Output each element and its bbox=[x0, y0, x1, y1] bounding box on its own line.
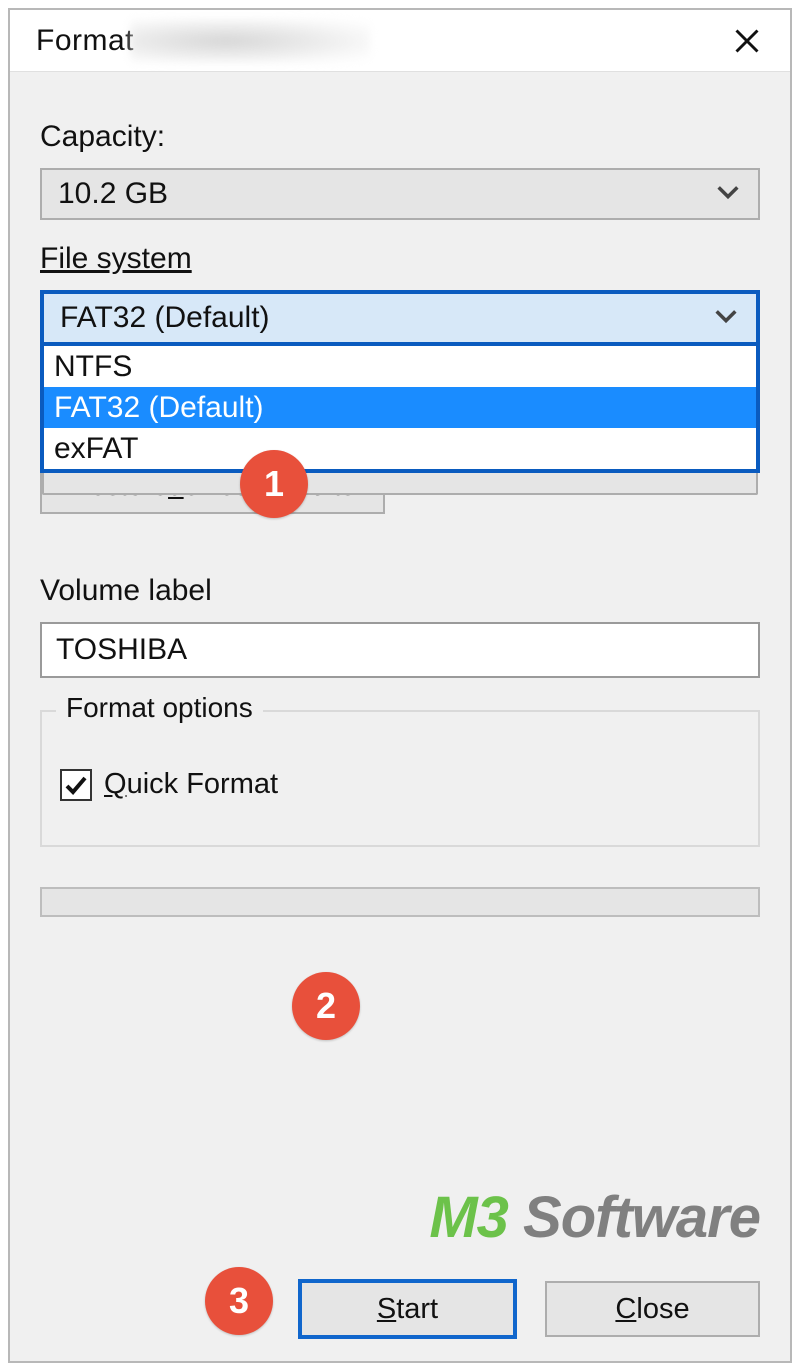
file-system-select[interactable]: FAT32 (Default) bbox=[40, 290, 760, 346]
file-system-option-ntfs[interactable]: NTFS bbox=[44, 346, 756, 387]
window-close-button[interactable] bbox=[724, 18, 770, 64]
title-blur bbox=[130, 19, 370, 63]
progress-bar bbox=[40, 887, 760, 917]
window-title: Format bbox=[36, 24, 134, 58]
quick-format-checkbox[interactable] bbox=[60, 769, 92, 801]
capacity-value: 10.2 GB bbox=[58, 177, 168, 211]
chevron-down-icon bbox=[714, 182, 742, 207]
file-system-label: File system bbox=[40, 242, 760, 276]
file-system-selected: FAT32 (Default) bbox=[60, 301, 270, 335]
capacity-label: Capacity: bbox=[40, 120, 760, 154]
format-dialog: Format Capacity: 10.2 GB File system FAT… bbox=[8, 8, 792, 1363]
chevron-down-icon bbox=[712, 306, 740, 331]
checkmark-icon bbox=[64, 773, 88, 797]
volume-label-input[interactable] bbox=[40, 622, 760, 678]
annotation-badge-3: 3 bbox=[205, 1267, 273, 1335]
file-system-option-exfat[interactable]: exFAT bbox=[44, 428, 756, 469]
format-options-group: Format options Quick Format bbox=[40, 710, 760, 847]
watermark: M3 Software bbox=[429, 1184, 760, 1251]
volume-label-label: Volume label bbox=[40, 574, 760, 608]
annotation-badge-2: 2 bbox=[292, 972, 360, 1040]
capacity-select[interactable]: 10.2 GB bbox=[40, 168, 760, 220]
format-options-legend: Format options bbox=[56, 692, 263, 724]
annotation-badge-1: 1 bbox=[240, 450, 308, 518]
start-button[interactable]: Start bbox=[300, 1281, 515, 1337]
file-system-option-fat32[interactable]: FAT32 (Default) bbox=[44, 387, 756, 428]
file-system-dropdown: NTFS FAT32 (Default) exFAT bbox=[40, 346, 760, 473]
titlebar: Format bbox=[10, 10, 790, 72]
dialog-buttons: Start Close bbox=[300, 1281, 760, 1337]
close-button[interactable]: Close bbox=[545, 1281, 760, 1337]
allocation-unit-select-obscured[interactable] bbox=[42, 473, 758, 495]
quick-format-label: Quick Format bbox=[104, 768, 278, 801]
close-icon bbox=[733, 27, 761, 55]
